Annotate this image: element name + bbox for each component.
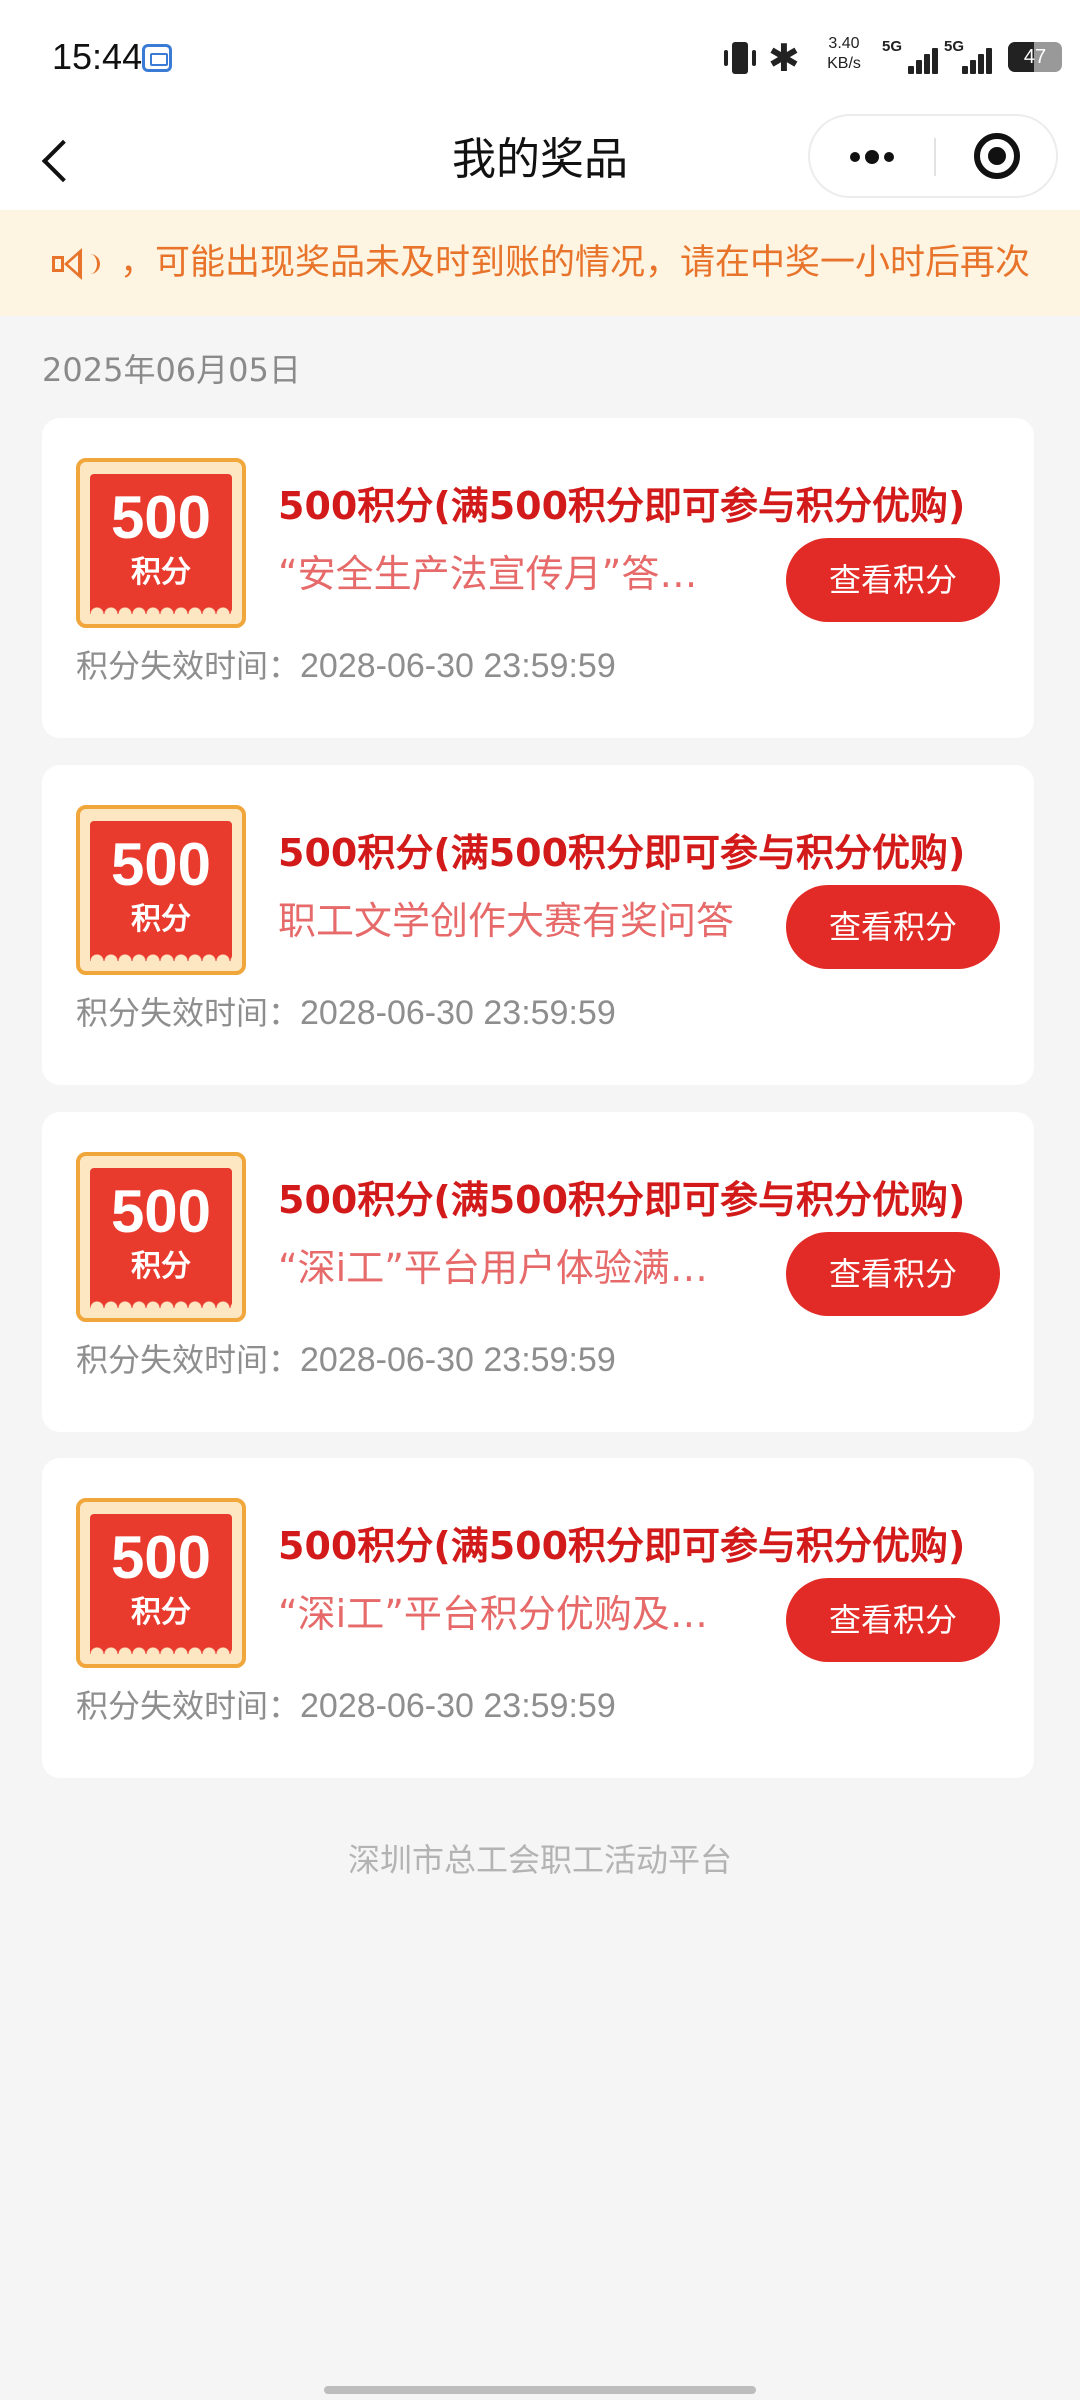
expire-time: 积分失效时间：2028-06-30 23:59:59 <box>76 1682 616 1730</box>
badge-unit: 积分 <box>131 902 191 937</box>
expire-label: 积分失效时间： <box>76 994 301 1032</box>
expire-value: 2028-06-30 23:59:59 <box>300 1341 616 1379</box>
page: 15:44 ✱ 3.40 KB/s 5G 5G 47 我的奖品 ，可能出现奖品未… <box>0 0 1080 2400</box>
battery-level: 47 <box>1023 46 1047 68</box>
network-speed-value: 3.40 <box>828 35 860 52</box>
badge-unit: 积分 <box>131 1595 191 1630</box>
prize-card: 500 积分 500积分(满500积分即可参与积分优购) 职工文学创作大赛有奖问… <box>42 765 1034 1085</box>
points-badge: 500 积分 <box>76 458 246 628</box>
badge-unit: 积分 <box>131 555 191 590</box>
prize-title: 500积分(满500积分即可参与积分优购) <box>278 484 966 528</box>
more-button[interactable] <box>810 116 934 196</box>
points-badge: 500 积分 <box>76 805 246 975</box>
badge-amount: 500 <box>110 1178 212 1245</box>
view-points-button[interactable]: 查看积分 <box>786 885 1000 969</box>
vibrate-icon <box>722 42 758 74</box>
prize-title: 500积分(满500积分即可参与积分优购) <box>278 831 966 875</box>
status-icons: ✱ 3.40 KB/s 5G 5G 47 <box>722 34 1062 82</box>
badge-amount: 500 <box>110 831 212 898</box>
status-bar: 15:44 ✱ 3.40 KB/s 5G 5G 47 <box>0 0 1080 112</box>
signal-icon-sim2: 5G <box>944 38 1002 78</box>
prize-card: 500 积分 500积分(满500积分即可参与积分优购) “深i工”平台积分优购… <box>42 1458 1034 1778</box>
signal-icon-sim1: 5G <box>882 38 940 78</box>
more-dots-icon-right <box>884 152 894 162</box>
more-dots-icon-center <box>865 150 879 164</box>
expire-value: 2028-06-30 23:59:59 <box>300 994 616 1032</box>
expire-value: 2028-06-30 23:59:59 <box>300 1687 616 1725</box>
expire-label: 积分失效时间： <box>76 1341 301 1379</box>
points-badge: 500 积分 <box>76 1152 246 1322</box>
bluetooth-icon: ✱ <box>768 36 800 80</box>
prize-card: 500 积分 500积分(满500积分即可参与积分优购) “深i工”平台用户体验… <box>42 1112 1034 1432</box>
expire-time: 积分失效时间：2028-06-30 23:59:59 <box>76 989 616 1037</box>
home-indicator[interactable] <box>324 2386 756 2394</box>
target-circle-icon-center <box>988 147 1006 165</box>
mini-program-capsule <box>808 114 1058 198</box>
prize-source: “安全生产法宣传月”答… <box>278 552 698 596</box>
sim1-network-tag: 5G <box>882 38 903 55</box>
nav-bar: 我的奖品 <box>0 112 1080 210</box>
notice-bar: ，可能出现奖品未及时到账的情况，请在中奖一小时后再次 <box>0 210 1080 316</box>
prize-title: 500积分(满500积分即可参与积分优购) <box>278 1524 966 1568</box>
close-mini-program-button[interactable] <box>936 116 1058 196</box>
footer-text: 深圳市总工会职工活动平台 <box>347 1841 732 1879</box>
sim2-network-tag: 5G <box>944 38 965 55</box>
expire-label: 积分失效时间： <box>76 1687 301 1725</box>
expire-label: 积分失效时间： <box>76 647 301 685</box>
app-notification-icon <box>142 44 172 72</box>
network-speed: 3.40 KB/s <box>814 34 874 74</box>
prize-source: “深i工”平台用户体验满… <box>278 1246 708 1290</box>
prize-card: 500 积分 500积分(满500积分即可参与积分优购) “安全生产法宣传月”答… <box>42 418 1034 738</box>
view-points-button[interactable]: 查看积分 <box>786 538 1000 622</box>
view-points-button[interactable]: 查看积分 <box>786 1232 1000 1316</box>
status-time: 15:44 <box>52 36 143 77</box>
battery-icon: 47 <box>1008 42 1062 72</box>
network-speed-unit: KB/s <box>827 55 861 72</box>
prize-title: 500积分(满500积分即可参与积分优购) <box>278 1178 966 1222</box>
more-dots-icon <box>850 152 860 162</box>
badge-unit: 积分 <box>131 1249 191 1284</box>
expire-time: 积分失效时间：2028-06-30 23:59:59 <box>76 1336 616 1384</box>
view-points-button[interactable]: 查看积分 <box>786 1578 1000 1662</box>
speaker-icon <box>52 246 102 282</box>
expire-value: 2028-06-30 23:59:59 <box>300 647 616 685</box>
notice-text: ，可能出现奖品未及时到账的情况，请在中奖一小时后再次 <box>120 243 1031 283</box>
expire-time: 积分失效时间：2028-06-30 23:59:59 <box>76 642 616 690</box>
points-badge: 500 积分 <box>76 1498 246 1668</box>
badge-amount: 500 <box>110 484 212 551</box>
prize-source: 职工文学创作大赛有奖问答 <box>278 899 735 943</box>
badge-amount: 500 <box>110 1524 212 1591</box>
prize-source: “深i工”平台积分优购及… <box>278 1592 708 1636</box>
date-header: 2025年06月05日 <box>42 351 301 389</box>
